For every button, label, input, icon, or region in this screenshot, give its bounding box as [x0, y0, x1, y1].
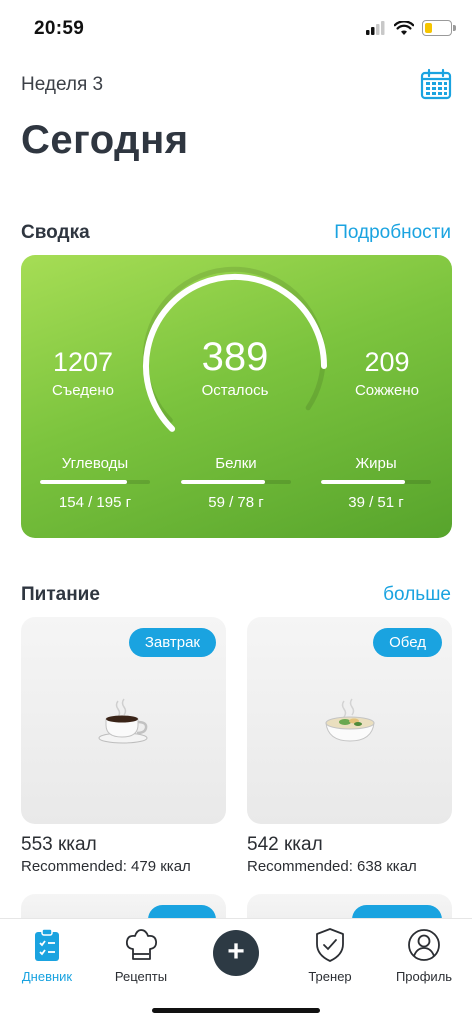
- tab-diary-label: Дневник: [21, 969, 73, 984]
- home-indicator: [152, 1008, 320, 1013]
- nutrition-header: Питание больше: [21, 584, 451, 606]
- page-title: Сегодня: [21, 118, 189, 162]
- tab-coach[interactable]: Тренер: [290, 927, 370, 984]
- tab-bar: Дневник Рецепты + Тренер Профиль: [0, 918, 472, 1024]
- meal-recommended-lunch: Recommended: 638 ккал: [247, 858, 417, 875]
- more-link[interactable]: больше: [383, 584, 451, 606]
- remaining-stat: 389 Осталось: [176, 335, 294, 399]
- tab-coach-label: Тренер: [308, 969, 352, 984]
- meal-kcal-breakfast: 553 ккал: [21, 834, 97, 855]
- macro-fat: Жиры 39 / 51 г: [321, 455, 431, 511]
- remaining-label: Осталось: [201, 382, 269, 399]
- tab-recipes[interactable]: Рецепты: [101, 927, 181, 984]
- details-link[interactable]: Подробности: [334, 222, 451, 244]
- macro-carbs-fill: [40, 480, 127, 484]
- meal-card-lunch[interactable]: Обед: [247, 617, 452, 824]
- battery-icon: [422, 20, 456, 36]
- calendar-icon[interactable]: [420, 68, 452, 100]
- status-time: 20:59: [34, 18, 85, 39]
- eaten-value: 1207: [52, 347, 114, 377]
- chef-hat-icon: [125, 929, 158, 960]
- status-icons: [366, 20, 456, 36]
- signal-icon: [366, 21, 385, 35]
- week-label[interactable]: Неделя 3: [21, 74, 103, 96]
- status-bar: 20:59: [0, 0, 472, 56]
- eaten-stat: 1207 Съедено: [43, 347, 123, 399]
- macro-fat-fill: [321, 480, 405, 484]
- macro-protein-name: Белки: [215, 455, 257, 472]
- shield-check-icon: [316, 928, 344, 962]
- meal-recommended-breakfast: Recommended: 479 ккал: [21, 858, 191, 875]
- eaten-label: Съедено: [52, 382, 114, 399]
- macro-carbs-bar: [40, 480, 150, 484]
- battery-fill: [425, 23, 433, 33]
- plus-icon: +: [227, 935, 245, 968]
- tab-recipes-label: Рецепты: [114, 969, 168, 984]
- meal-tag-breakfast[interactable]: Завтрак: [128, 628, 216, 657]
- tab-profile[interactable]: Профиль: [384, 927, 464, 984]
- burned-stat: 209 Сожжено: [347, 347, 427, 399]
- summary-header: Сводка Подробности: [21, 222, 451, 244]
- macro-carbs-value: 154 / 195 г: [58, 494, 132, 511]
- tab-profile-label: Профиль: [395, 969, 453, 984]
- macro-fat-name: Жиры: [355, 455, 397, 472]
- remaining-value: 389: [201, 335, 269, 379]
- summary-title: Сводка: [21, 222, 90, 243]
- coffee-cup-icon: [98, 698, 147, 743]
- profile-icon: [408, 929, 440, 961]
- wifi-icon: [394, 20, 414, 35]
- macro-protein-value: 59 / 78 г: [208, 494, 264, 511]
- clipboard-icon: [35, 928, 59, 961]
- macro-protein-bar: [181, 480, 291, 484]
- nutrition-title: Питание: [21, 584, 100, 605]
- macro-carbs: Углеводы 154 / 195 г: [40, 455, 150, 511]
- tab-diary[interactable]: Дневник: [7, 927, 87, 984]
- macro-fat-value: 39 / 51 г: [348, 494, 404, 511]
- meal-kcal-lunch: 542 ккал: [247, 834, 323, 855]
- burned-label: Сожжено: [354, 382, 420, 399]
- macro-protein-fill: [181, 480, 265, 484]
- meal-card-breakfast[interactable]: Завтрак: [21, 617, 226, 824]
- add-button[interactable]: +: [213, 930, 259, 976]
- macro-protein: Белки 59 / 78 г: [181, 455, 291, 511]
- soup-bowl-icon: [324, 698, 375, 742]
- macro-fat-bar: [321, 480, 431, 484]
- meal-tag-lunch[interactable]: Обед: [373, 628, 442, 657]
- macro-carbs-name: Углеводы: [61, 455, 129, 472]
- summary-card[interactable]: 1207 Съедено 389 Осталось 209 Сожжено Уг…: [21, 255, 452, 538]
- burned-value: 209: [364, 347, 410, 377]
